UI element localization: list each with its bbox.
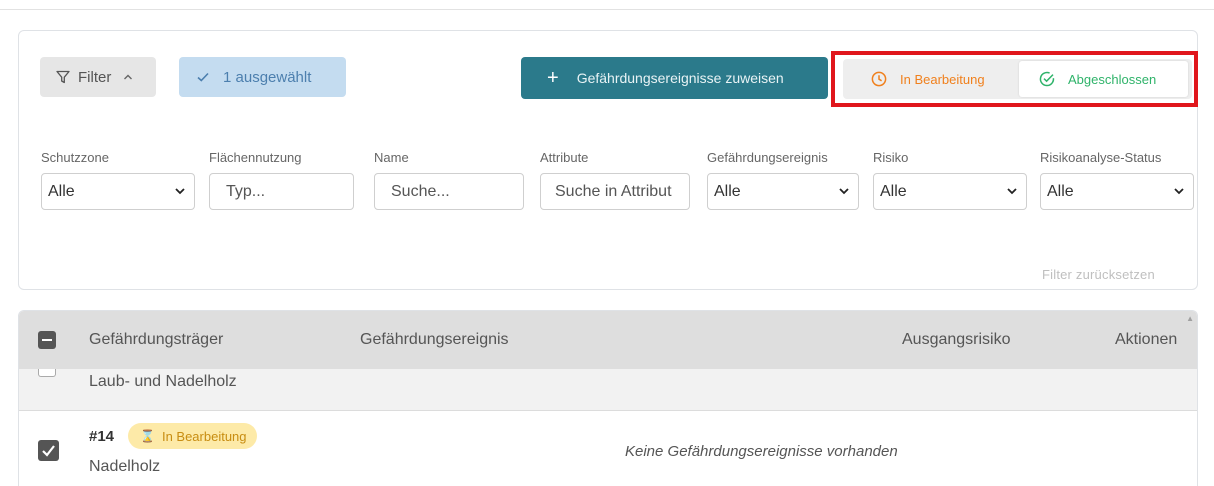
gefaehrdungsereignis-value: Alle: [714, 182, 741, 200]
status-completed-toggle[interactable]: Abgeschlossen: [1019, 61, 1188, 97]
flaechennutzung-input[interactable]: Typ...: [209, 173, 354, 210]
top-divider: [0, 0, 1214, 10]
status-completed-label: Abgeschlossen: [1068, 71, 1157, 87]
results-table: Gefährdungsträger Gefährdungsereignis Au…: [18, 310, 1198, 486]
status-toggle-group: In Bearbeitung Abgeschlossen: [843, 59, 1192, 99]
status-in-progress-toggle[interactable]: In Bearbeitung: [847, 61, 1017, 97]
risikoanalyse-status-value: Alle: [1047, 182, 1074, 200]
assign-hazard-events-button[interactable]: + Gefährdungsereignisse zuweisen: [521, 57, 828, 99]
hourglass-icon: ⌛: [140, 429, 155, 443]
plus-icon: +: [547, 66, 559, 89]
risikoanalyse-status-label: Risikoanalyse-Status: [1040, 150, 1162, 165]
table-row[interactable]: #14 ⌛ In Bearbeitung Nadelholz Keine Gef…: [19, 412, 1197, 486]
funnel-icon: [56, 70, 70, 84]
name-label: Name: [374, 150, 409, 165]
no-events-message: Keine Gefährdungsereignisse vorhanden: [625, 443, 898, 460]
row-checkbox[interactable]: [38, 369, 56, 377]
column-header-ausgangsrisiko[interactable]: Ausgangsrisiko: [902, 331, 1011, 349]
risiko-select[interactable]: Alle: [873, 173, 1027, 210]
schutzzone-value: Alle: [48, 182, 75, 200]
chevron-down-icon: [1007, 188, 1017, 195]
check-circle-icon: [1039, 71, 1055, 87]
chevron-down-icon: [175, 188, 185, 195]
select-all-checkbox[interactable]: [38, 331, 56, 349]
clock-icon: [871, 71, 887, 87]
scroll-up-icon[interactable]: ▲: [1186, 314, 1194, 323]
row-id: #14: [89, 428, 115, 445]
schutzzone-label: Schutzzone: [41, 150, 109, 165]
filter-toggle-button[interactable]: Filter: [40, 57, 156, 97]
flaechennutzung-label: Flächennutzung: [209, 150, 302, 165]
status-in-progress-label: In Bearbeitung: [900, 71, 985, 87]
gefaehrdungsereignis-label: Gefährdungsereignis: [707, 150, 828, 165]
risiko-value: Alle: [880, 182, 907, 200]
row-checkbox-checked[interactable]: [38, 440, 59, 461]
column-header-gefaehrdungsereignis[interactable]: Gefährdungsereignis: [360, 331, 509, 349]
status-badge-label: In Bearbeitung: [161, 428, 247, 444]
table-header: Gefährdungsträger Gefährdungsereignis Au…: [19, 311, 1197, 369]
filter-label: Filter: [78, 68, 112, 86]
flaechennutzung-placeholder: Typ...: [226, 182, 266, 200]
schutzzone-select[interactable]: Alle: [41, 173, 195, 210]
column-header-gefaehrdungstraeger[interactable]: Gefährdungsträger: [89, 331, 223, 349]
reset-filters-link[interactable]: Filter zurücksetzen: [1042, 267, 1155, 282]
attribute-label: Attribute: [540, 150, 589, 165]
name-search-input[interactable]: Suche...: [374, 173, 524, 210]
risikoanalyse-status-select[interactable]: Alle: [1040, 173, 1194, 210]
risiko-label: Risiko: [873, 150, 909, 165]
gefaehrdungsereignis-select[interactable]: Alle: [707, 173, 859, 210]
selection-count-label: 1 ausgewählt: [223, 68, 312, 86]
column-header-aktionen: Aktionen: [1115, 331, 1178, 348]
chevron-down-icon: [1174, 188, 1184, 195]
row-gefaehrdungstraeger: Nadelholz: [89, 458, 161, 475]
chevron-up-icon: [124, 74, 133, 80]
filter-panel: Filter 1 ausgewählt + Gefährdungsereigni…: [18, 30, 1198, 290]
selection-count-button[interactable]: 1 ausgewählt: [179, 57, 346, 97]
attribute-search-input[interactable]: Suche in Attribut: [540, 173, 690, 210]
checkmark-icon: [197, 72, 209, 82]
table-row[interactable]: Laub- und Nadelholz: [19, 369, 1197, 411]
chevron-down-icon: [839, 188, 849, 195]
attribute-placeholder: Suche in Attribut: [555, 182, 672, 200]
assign-label: Gefährdungsereignisse zuweisen: [576, 70, 784, 86]
name-placeholder: Suche...: [391, 182, 450, 200]
status-badge: ⌛ In Bearbeitung: [128, 423, 257, 449]
row-gefaehrdungstraeger: Laub- und Nadelholz: [89, 373, 237, 390]
checkmark-icon: [42, 445, 55, 457]
